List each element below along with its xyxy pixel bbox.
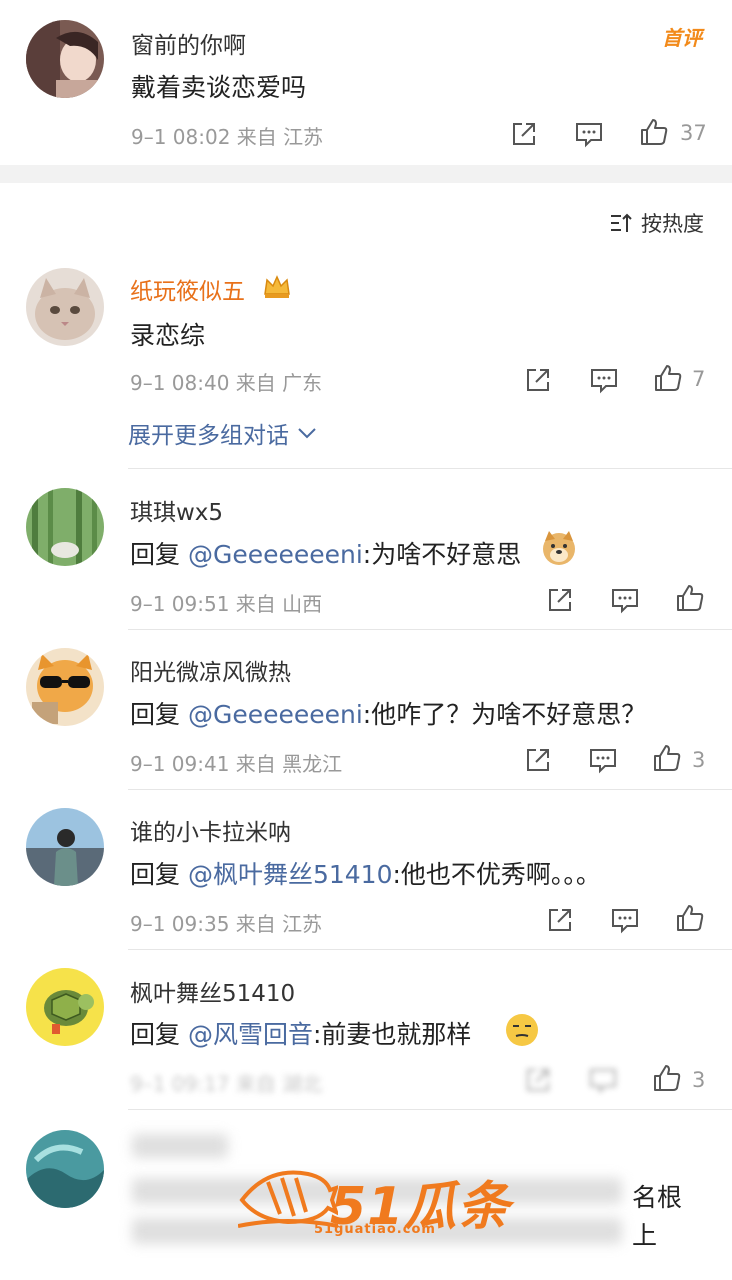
share-icon[interactable] xyxy=(524,1066,552,1094)
comment-meta: 9–1 08:02 来自 江苏 xyxy=(131,125,324,149)
comment-meta: 9–1 09:35 来自 江苏 xyxy=(130,912,323,936)
comment-icon[interactable] xyxy=(574,120,604,148)
reply-text: 回复 @枫叶舞丝51410:他也不优秀啊。。。 xyxy=(130,860,601,889)
like-icon[interactable] xyxy=(651,742,683,774)
share-icon[interactable] xyxy=(524,746,552,774)
chevron-down-icon xyxy=(298,428,316,439)
share-icon[interactable] xyxy=(546,586,574,614)
comment-meta: 9–1 09:17 来自 湖北 xyxy=(130,1072,323,1096)
sort-label: 按热度 xyxy=(641,212,704,236)
comment-text: 戴着卖谈恋爱吗 xyxy=(131,73,307,102)
like-count: 3 xyxy=(692,1068,706,1092)
avatar[interactable] xyxy=(26,808,104,886)
share-icon[interactable] xyxy=(524,366,552,394)
comment-text: 录恋综 xyxy=(130,321,206,350)
avatar[interactable] xyxy=(26,20,104,98)
section-divider xyxy=(0,165,732,183)
comment-icon[interactable] xyxy=(589,366,619,394)
expand-conversation-link[interactable]: 展开更多组对话 xyxy=(128,416,317,450)
share-icon[interactable] xyxy=(546,906,574,934)
like-icon[interactable] xyxy=(638,116,670,148)
doge-emoji-icon xyxy=(540,529,578,567)
like-icon[interactable] xyxy=(651,1062,683,1094)
divider xyxy=(128,629,732,630)
vip-crown-icon xyxy=(262,272,292,300)
commenter-name[interactable]: 窗前的你啊 xyxy=(131,26,246,60)
mention-link[interactable]: @Geeeeeeeni xyxy=(188,540,363,569)
comment-meta: 9–1 09:51 来自 山西 xyxy=(130,592,323,616)
like-count: 7 xyxy=(692,367,706,391)
avatar[interactable] xyxy=(26,268,104,346)
avatar[interactable] xyxy=(26,968,104,1046)
comment-icon[interactable] xyxy=(588,1066,618,1094)
comment-icon[interactable] xyxy=(588,746,618,774)
mention-link[interactable]: @风雪回音 xyxy=(188,1020,313,1049)
mention-link[interactable]: @Geeeeeeeni xyxy=(188,700,363,729)
first-comment-badge: 首评 xyxy=(662,26,702,50)
divider xyxy=(128,789,732,790)
avatar[interactable] xyxy=(26,488,104,566)
share-icon[interactable] xyxy=(510,120,538,148)
mention-link[interactable]: @枫叶舞丝51410 xyxy=(188,860,393,889)
watermark-url: 51guatiao.com xyxy=(314,1222,436,1237)
like-icon[interactable] xyxy=(652,362,684,394)
reply-text: 回复 @风雪回音:前妻也就那样 xyxy=(130,1020,472,1049)
comment-text-tail: 名根 xyxy=(632,1183,683,1212)
commenter-name[interactable]: 琪琪wx5 xyxy=(130,493,223,527)
commenter-name[interactable]: 枫叶舞丝51410 xyxy=(130,974,295,1008)
comment-icon[interactable] xyxy=(610,586,640,614)
avatar[interactable] xyxy=(26,648,104,726)
sort-by-heat-button[interactable]: 按热度 xyxy=(609,208,704,238)
comment-icon[interactable] xyxy=(610,906,640,934)
reply-text: 回复 @Geeeeeeeni:为啥不好意思 xyxy=(130,540,522,569)
divider xyxy=(128,949,732,950)
divider xyxy=(128,1109,732,1110)
divider xyxy=(128,468,732,469)
commenter-name[interactable]: 谁的小卡拉米呐 xyxy=(130,813,291,847)
commenter-name[interactable]: 纸玩筱似五 xyxy=(130,272,245,306)
sort-icon xyxy=(611,213,632,232)
comment-meta: 9–1 08:40 来自 广东 xyxy=(130,371,323,395)
expand-label: 展开更多组对话 xyxy=(128,423,289,449)
avatar[interactable] xyxy=(26,1130,104,1208)
comment-meta: 9–1 09:41 来自 黑龙江 xyxy=(130,752,343,776)
blurred-name xyxy=(132,1134,228,1158)
like-count: 3 xyxy=(692,748,706,772)
like-count: 37 xyxy=(680,121,707,145)
reply-text: 回复 @Geeeeeeeni:他咋了？为啥不好意思？ xyxy=(130,700,647,729)
like-icon[interactable] xyxy=(674,902,706,934)
comment-text-tail: 上 xyxy=(632,1221,658,1250)
like-icon[interactable] xyxy=(674,582,706,614)
commenter-name[interactable]: 阳光微凉风微热 xyxy=(130,653,291,687)
sly-smile-emoji-icon xyxy=(504,1012,540,1048)
